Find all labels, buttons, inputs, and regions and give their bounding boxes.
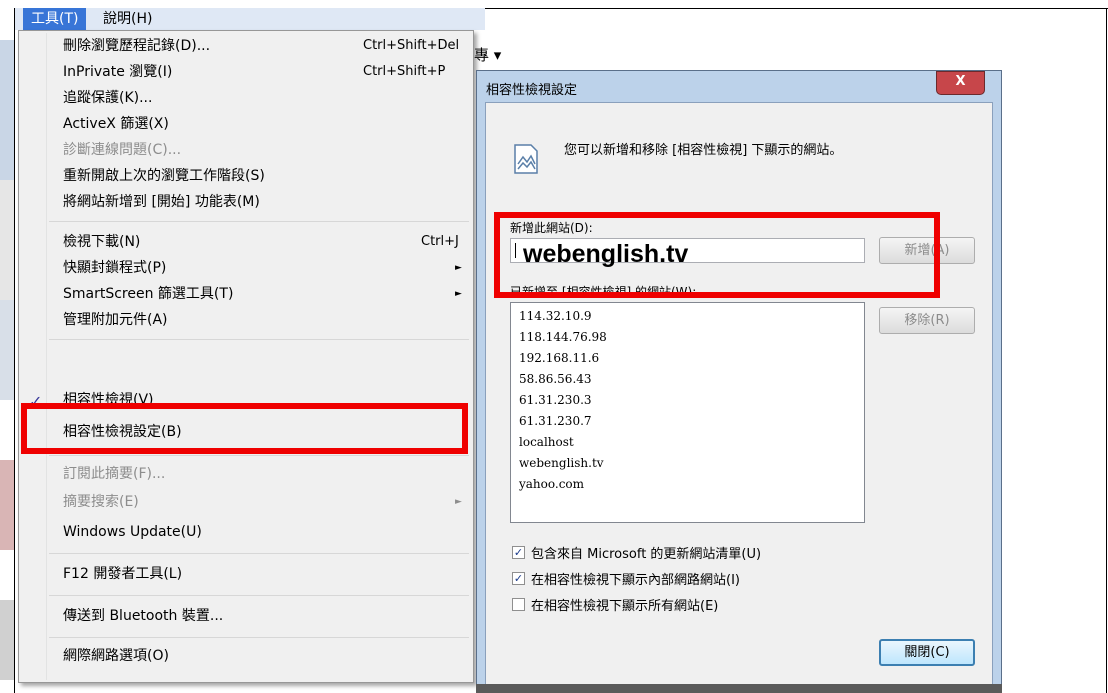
list-item[interactable]: localhost: [519, 435, 574, 449]
menu-item-shortcut: Ctrl+Shift+Del: [363, 38, 460, 53]
menu-help[interactable]: 說明(H): [95, 8, 160, 30]
background-window-strip: [476, 684, 1002, 693]
menu-item-label: F12 開發者工具(L): [63, 566, 183, 582]
frame-right-border: [1106, 8, 1107, 693]
menu-item-send-bluetooth[interactable]: 傳送到 Bluetooth 裝置...: [63, 603, 463, 629]
menu-item-add-to-start[interactable]: 將網站新增到 [開始] 功能表(M): [63, 189, 463, 215]
close-icon[interactable]: X: [936, 71, 985, 95]
remove-button[interactable]: 移除(R): [879, 307, 975, 334]
menu-item-diagnose-connection[interactable]: 診斷連線問題(C)...: [63, 137, 463, 163]
menu-item-popup-blocker[interactable]: 快顯封鎖程式(P) ►: [63, 255, 463, 281]
menu-item-inprivate[interactable]: InPrivate 瀏覽(I) Ctrl+Shift+P: [63, 59, 463, 85]
menu-separator: [49, 637, 469, 638]
list-item[interactable]: 61.31.230.3: [519, 393, 592, 407]
menu-item-label: SmartScreen 篩選工具(T): [63, 286, 234, 302]
checkbox-label: 在相容性檢視下顯示內部網路網站(I): [531, 573, 740, 588]
close-button[interactable]: 關閉(C): [879, 639, 975, 666]
dialog-client-area: 您可以新增和移除 [相容性檢視] 下顯示的網站。 新增此網站(D): 新增(A)…: [485, 102, 993, 685]
added-sites-list[interactable]: 114.32.10.9 118.144.76.98 192.168.11.6 5…: [510, 302, 865, 523]
background-toolbar-fragment: 專 ▾: [474, 46, 502, 64]
menu-item-label: Windows Update(U): [63, 524, 202, 540]
menu-tools[interactable]: 工具(T): [23, 8, 87, 30]
menu-item-label: 追蹤保護(K)...: [63, 90, 153, 106]
list-item[interactable]: 118.144.76.98: [519, 330, 607, 344]
menu-separator: [49, 595, 469, 596]
menu-item-tracking-protection[interactable]: 追蹤保護(K)...: [63, 85, 463, 111]
menu-item-label: 診斷連線問題(C)...: [63, 142, 182, 158]
menu-item-label: 刪除瀏覽歷程記錄(D)...: [63, 38, 211, 54]
submenu-arrow-icon: ►: [455, 263, 462, 273]
checkbox-label: 在相容性檢視下顯示所有網站(E): [531, 599, 719, 614]
menu-separator: [49, 455, 469, 456]
menu-item-reopen-session[interactable]: 重新開啟上次的瀏覽工作階段(S): [63, 163, 463, 189]
highlight-box-menu-item: [21, 403, 468, 454]
menu-item-label: 檢視下載(N): [63, 234, 141, 250]
menu-item-shortcut: Ctrl+Shift+P: [363, 64, 446, 79]
menu-item-label: 訂閱此摘要(F)...: [63, 466, 166, 482]
dialog-titlebar: 相容性檢視設定 X: [477, 71, 1001, 101]
compatibility-view-settings-dialog: 相容性檢視設定 X 您可以新增和移除 [相容性檢視] 下顯示的網站。 新增此網站…: [476, 70, 1002, 692]
dialog-info-text: 您可以新增和移除 [相容性檢視] 下顯示的網站。: [564, 143, 843, 158]
menu-item-windows-update[interactable]: Windows Update(U): [63, 519, 463, 545]
menu-item-label: InPrivate 瀏覽(I): [63, 64, 173, 80]
menu-item-label: 重新開啟上次的瀏覽工作階段(S): [63, 168, 265, 184]
menu-item-activex-filter[interactable]: ActiveX 篩選(X): [63, 111, 463, 137]
menu-bar: 工具(T) 說明(H): [15, 8, 485, 30]
menu-item-subscribe-feed[interactable]: 訂閱此摘要(F)...: [63, 461, 463, 487]
menu-item-label: 將網站新增到 [開始] 功能表(M): [63, 194, 260, 210]
menu-item-label: 傳送到 Bluetooth 裝置...: [63, 608, 224, 624]
menu-item-smartscreen[interactable]: SmartScreen 篩選工具(T) ►: [63, 281, 463, 307]
menu-separator: [49, 221, 469, 222]
website-icon: [514, 144, 538, 174]
list-item[interactable]: yahoo.com: [519, 477, 584, 491]
checkbox-label: 包含來自 Microsoft 的更新網站清單(U): [531, 547, 762, 562]
submenu-arrow-icon: ►: [455, 497, 462, 507]
menu-item-label: 管理附加元件(A): [63, 312, 168, 328]
highlight-box-input: [494, 212, 940, 298]
menu-item-shortcut: Ctrl+J: [421, 234, 459, 249]
list-item[interactable]: 58.86.56.43: [519, 372, 592, 386]
list-item[interactable]: webenglish.tv: [519, 456, 604, 470]
menu-gutter: [46, 33, 47, 680]
submenu-arrow-icon: ►: [455, 289, 462, 299]
menu-item-delete-history[interactable]: 刪除瀏覽歷程記錄(D)... Ctrl+Shift+Del: [63, 33, 463, 59]
menu-separator: [49, 553, 469, 554]
menu-item-manage-addons[interactable]: 管理附加元件(A): [63, 307, 463, 333]
list-item[interactable]: 192.168.11.6: [519, 351, 599, 365]
checkbox-include-ms-list[interactable]: ✓: [512, 546, 525, 559]
list-item[interactable]: 61.31.230.7: [519, 414, 592, 428]
menu-item-view-downloads[interactable]: 檢視下載(N) Ctrl+J: [63, 229, 463, 255]
menu-item-label: 網際網路選項(O): [63, 648, 169, 664]
menu-item-label: 快顯封鎖程式(P): [63, 260, 167, 276]
list-item[interactable]: 114.32.10.9: [519, 309, 592, 323]
checkbox-all-sites[interactable]: [512, 598, 525, 611]
menu-item-f12-developer-tools[interactable]: F12 開發者工具(L): [63, 561, 463, 587]
menu-separator: [49, 339, 469, 340]
frame-left-border: [14, 8, 15, 693]
dialog-title: 相容性檢視設定: [486, 83, 578, 98]
tools-dropdown-menu: 刪除瀏覽歷程記錄(D)... Ctrl+Shift+Del InPrivate …: [18, 30, 474, 683]
menu-item-label: ActiveX 篩選(X): [63, 116, 169, 132]
menu-item-label: 摘要搜索(E): [63, 494, 139, 510]
menu-item-internet-options[interactable]: 網際網路選項(O): [63, 643, 463, 669]
checkbox-intranet-sites[interactable]: ✓: [512, 572, 525, 585]
menu-item-feed-discovery[interactable]: 摘要搜索(E) ►: [63, 489, 463, 515]
